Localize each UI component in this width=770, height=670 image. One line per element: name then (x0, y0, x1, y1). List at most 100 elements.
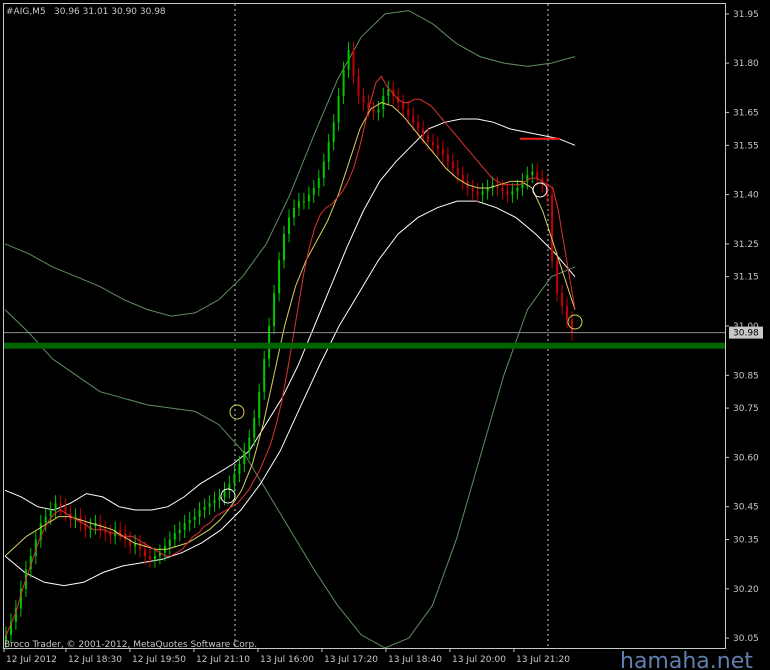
candle-body (402, 102, 405, 110)
x-tick-label: 13 Jul 21:20 (516, 655, 570, 665)
candle-body (446, 155, 449, 162)
candle-body (139, 542, 142, 550)
candle-body (566, 306, 568, 320)
candle-body (362, 96, 365, 103)
x-tick-label: 12 Jul 18:30 (68, 655, 122, 665)
candle-body (59, 503, 62, 507)
x-tick-label: 12 Jul 2012 (6, 655, 57, 665)
candle-body (297, 201, 300, 208)
candle-body (456, 168, 459, 175)
y-tick-label: 30.05 (733, 634, 759, 644)
current-price-label: 30.98 (733, 329, 759, 339)
candle-body (387, 89, 390, 96)
candle-body (461, 174, 464, 182)
candle-body (223, 490, 226, 497)
candle-body (536, 171, 539, 179)
candle-body (506, 191, 509, 195)
copyright-label: Broco Trader, © 2001-2012, MetaQuotes So… (4, 640, 257, 650)
candle-body (307, 194, 310, 202)
candle-body (407, 109, 410, 116)
candle-body (283, 234, 285, 261)
candle-body (203, 506, 206, 510)
candle-body (357, 76, 360, 96)
price-chart[interactable]: 31.9531.8031.6531.5531.4031.2531.1531.00… (0, 0, 770, 670)
candle-body (436, 145, 439, 149)
candle-body (556, 260, 559, 294)
candle-body (178, 529, 181, 533)
candle-body (248, 437, 251, 451)
candle-body (571, 319, 573, 333)
x-tick-label: 13 Jul 16:00 (260, 655, 314, 665)
candle-body (511, 191, 514, 195)
candle-body (213, 500, 216, 504)
y-tick-label: 31.80 (733, 59, 759, 69)
candle-body (476, 191, 479, 195)
candle-body (327, 142, 330, 162)
candle-body (337, 96, 340, 123)
y-tick-label: 31.65 (733, 108, 759, 118)
x-tick-label: 13 Jul 17:20 (324, 655, 378, 665)
candle-body (312, 188, 315, 195)
candle-body (412, 115, 415, 123)
y-tick-label: 30.20 (733, 585, 759, 595)
candle-body (168, 539, 171, 547)
y-tick-label: 31.55 (733, 141, 759, 151)
candle-body (188, 519, 191, 524)
y-tick-label: 31.25 (733, 240, 759, 250)
y-tick-label: 31.40 (733, 191, 759, 201)
ohlc-label: 30.96 31.01 30.90 30.98 (54, 7, 166, 17)
y-tick-label: 30.45 (733, 503, 759, 513)
candle-body (432, 142, 434, 146)
candle-body (183, 523, 186, 530)
candle-body (144, 549, 146, 556)
candle-body (322, 161, 325, 179)
candle-body (149, 556, 151, 560)
candle-body (288, 217, 290, 234)
candle-body (317, 178, 320, 188)
candle-body (193, 516, 196, 520)
x-tick-label: 12 Jul 21:10 (196, 655, 250, 665)
candle-body (238, 464, 241, 474)
candle-body (372, 109, 375, 113)
candle-body (273, 293, 276, 326)
candle-body (516, 188, 519, 192)
candle-body (278, 260, 281, 294)
support-line (4, 342, 725, 349)
candle-body (258, 391, 261, 418)
candle-body (481, 191, 484, 195)
candle-body (427, 135, 429, 142)
candle-body (243, 450, 246, 464)
candle-body (551, 194, 554, 261)
candle-body (263, 358, 266, 392)
candle-body (422, 128, 425, 136)
y-tick-label: 30.60 (733, 453, 759, 463)
candle-body (153, 556, 156, 560)
watermark: hamaha.net (620, 649, 753, 670)
candle-body (417, 122, 420, 129)
candle-body (531, 171, 534, 175)
candle-body (342, 69, 345, 96)
candle-body (352, 50, 355, 77)
candle-body (49, 510, 52, 517)
candle-body (119, 529, 122, 533)
y-tick-label: 30.85 (733, 371, 759, 381)
y-tick-label: 30.35 (733, 536, 759, 546)
x-tick-label: 13 Jul 18:40 (388, 655, 442, 665)
candle-body (451, 161, 454, 169)
y-tick-label: 30.75 (733, 404, 759, 414)
candle-body (198, 510, 201, 517)
candle-body (332, 122, 335, 142)
candle-body (208, 503, 211, 507)
candle-body (501, 188, 504, 192)
candle-body (302, 201, 305, 203)
candle-body (44, 516, 47, 524)
candle-body (293, 207, 295, 218)
y-tick-label: 31.95 (733, 10, 759, 20)
candle-body (347, 50, 350, 70)
candle-body (561, 293, 564, 307)
symbol-label: #AIG,M5 (6, 7, 46, 17)
candle-body (471, 188, 474, 192)
candle-body (377, 109, 380, 113)
candle-body (173, 533, 176, 540)
y-tick-label: 31.15 (733, 273, 759, 283)
